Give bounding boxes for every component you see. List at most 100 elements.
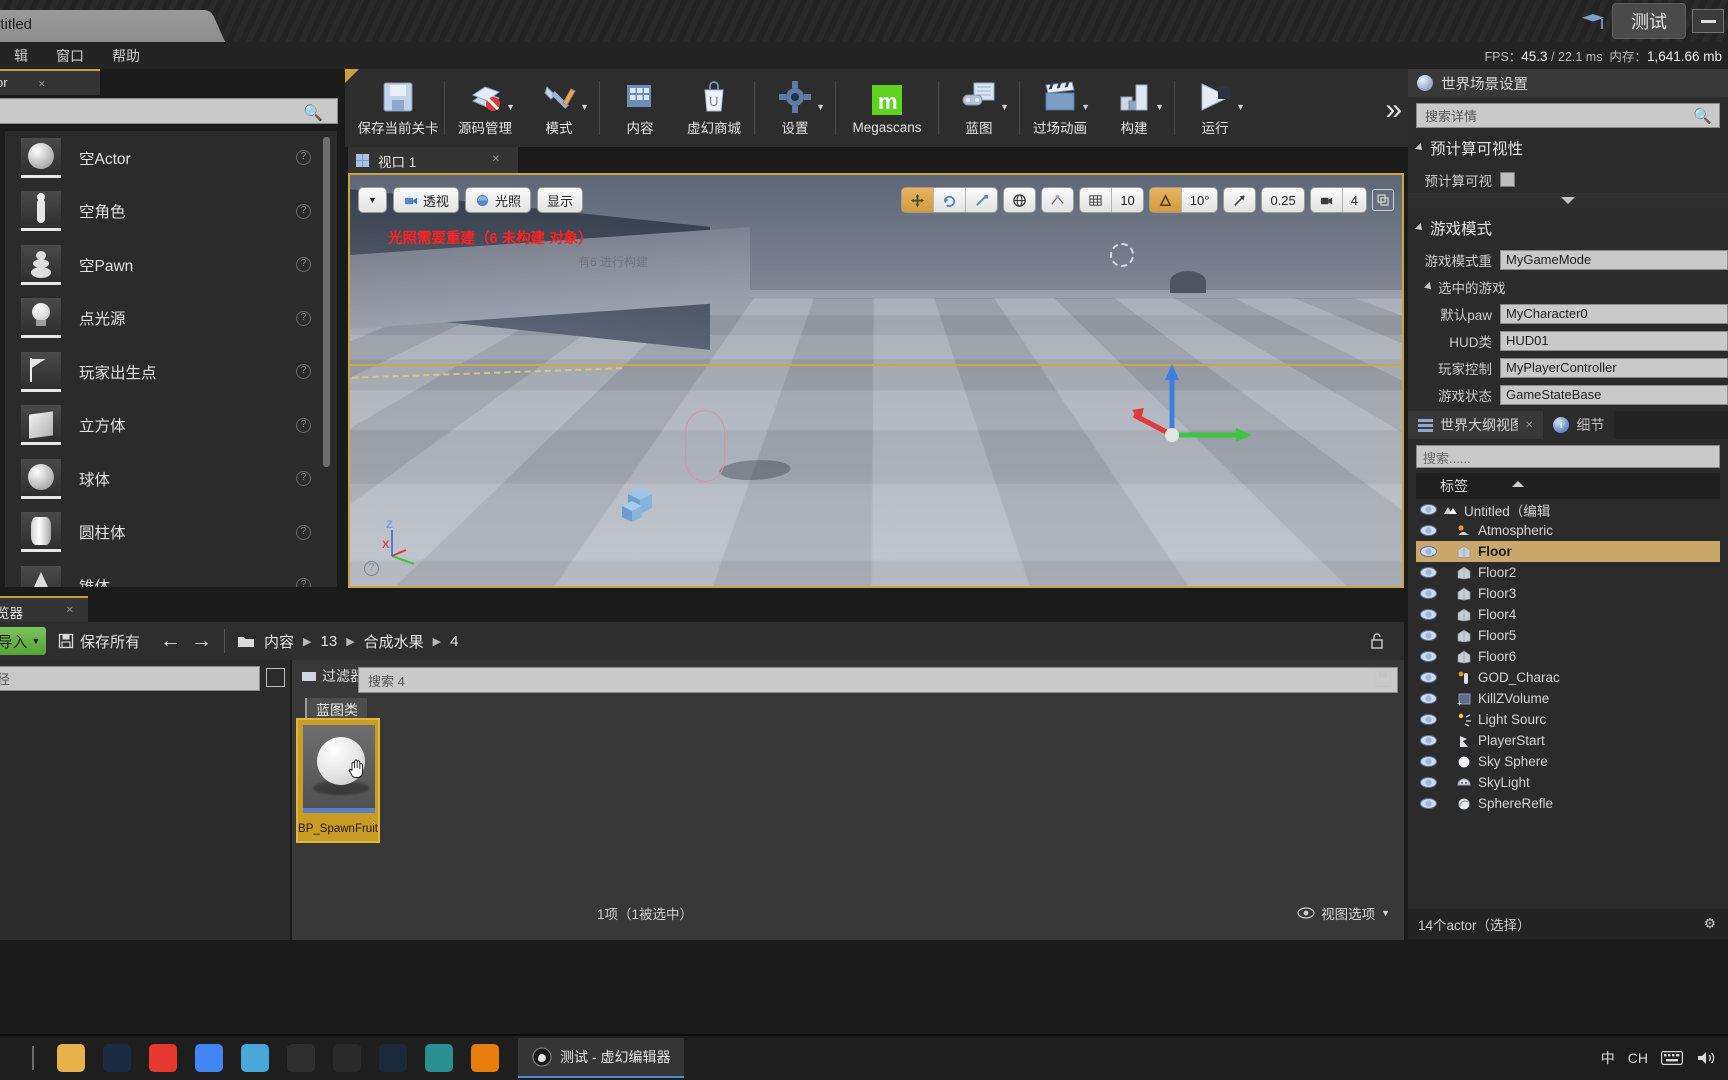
breadcrumb-item-0[interactable]: 内容 bbox=[264, 631, 294, 652]
section-game-mode[interactable]: 游戏模式 bbox=[1408, 208, 1728, 246]
chevron-down-icon[interactable]: ▼ bbox=[1000, 102, 1009, 112]
help-icon[interactable]: ? bbox=[296, 310, 311, 326]
place-actors-search-input[interactable]: 🔍 bbox=[0, 98, 338, 124]
chevron-down-icon[interactable]: ▼ bbox=[1236, 102, 1245, 112]
speaker-icon[interactable] bbox=[1696, 1050, 1716, 1066]
help-icon[interactable]: ? bbox=[296, 471, 311, 487]
property-row-precomputed[interactable]: 预计算可视 bbox=[1408, 166, 1728, 193]
property-value[interactable]: MyCharacter0 bbox=[1500, 303, 1728, 324]
maximize-viewport-icon[interactable] bbox=[1372, 189, 1394, 211]
place-actor-item[interactable]: 空Pawn? bbox=[5, 238, 337, 292]
help-icon[interactable]: ? bbox=[296, 257, 311, 273]
close-icon[interactable]: ✕ bbox=[38, 79, 47, 89]
graduation-cap-icon[interactable] bbox=[1580, 10, 1606, 32]
angle-snap-value[interactable]: 10° bbox=[1182, 188, 1218, 212]
transform-gizmo[interactable] bbox=[1132, 360, 1252, 465]
help-icon[interactable]: ? bbox=[296, 203, 311, 219]
viewport-perspective-button[interactable]: 透视 bbox=[392, 187, 459, 213]
angle-snap-group[interactable]: 10° bbox=[1148, 187, 1219, 213]
level-viewport[interactable]: 光照需要重建（6 未构建 对象） 有6 进行构建 Z X ? ▼ 透视 光照 显… bbox=[348, 173, 1404, 588]
property-row-player-controller[interactable]: 玩家控制 MyPlayerController bbox=[1408, 354, 1728, 381]
move-tool-icon[interactable] bbox=[902, 188, 935, 212]
taskbar-app-file-explorer[interactable] bbox=[48, 1036, 94, 1080]
outliner-row[interactable]: Light Sourc bbox=[1416, 709, 1720, 730]
place-actors-list[interactable]: 空Actor? 空角色? 空Pawn? 点光源? 玩家出生点? 立方体? 球体? 圆柱体? 锥体… bbox=[4, 130, 338, 588]
toolbar-button-build-blocks[interactable]: ▼ 构建 bbox=[1097, 69, 1171, 147]
breadcrumb-item-2[interactable]: 合成水果 bbox=[364, 631, 424, 652]
property-row-hud-class[interactable]: HUD类 HUD01 bbox=[1408, 327, 1728, 354]
toolbar-button-marketplace-bag[interactable]: U 虚幻商城 bbox=[677, 69, 751, 147]
toolbar-button-gear[interactable]: ▼ 设置 bbox=[758, 69, 832, 147]
coordinate-space-group[interactable] bbox=[1003, 187, 1037, 213]
tab-details[interactable]: i 细节 bbox=[1543, 411, 1615, 439]
taskbar-app-unreal-engine[interactable] bbox=[278, 1036, 324, 1080]
taskbar-app-blender[interactable] bbox=[462, 1036, 508, 1080]
viewport-tab[interactable]: 视口 1 ✕ bbox=[348, 147, 518, 173]
ime-indicator[interactable]: 中 bbox=[1601, 1048, 1615, 1068]
save-search-icon[interactable] bbox=[1374, 670, 1392, 688]
visibility-eye-icon[interactable] bbox=[1420, 588, 1437, 599]
property-row-selected-gamemode[interactable]: 选中的游戏 bbox=[1408, 273, 1728, 300]
outliner-row[interactable]: Sky Sphere bbox=[1416, 751, 1720, 772]
toolbar-button-megascans-m[interactable]: m Megascans bbox=[839, 69, 935, 147]
place-actor-item[interactable]: 球体? bbox=[5, 452, 337, 506]
outliner-row[interactable]: PlayerStart bbox=[1416, 730, 1720, 751]
scale-tool-icon[interactable] bbox=[966, 188, 997, 212]
tab-world-outliner[interactable]: 世界大纲视图 ✕ bbox=[1408, 411, 1544, 439]
property-row-default-pawn[interactable]: 默认paw MyCharacter0 bbox=[1408, 300, 1728, 327]
rotate-tool-icon[interactable] bbox=[934, 188, 967, 212]
visibility-eye-icon[interactable] bbox=[1420, 693, 1437, 704]
place-actor-item[interactable]: 空Actor? bbox=[5, 131, 337, 185]
visibility-eye-icon[interactable] bbox=[1420, 756, 1437, 767]
help-icon[interactable]: ? bbox=[296, 578, 311, 587]
grid-snap-icon[interactable] bbox=[1080, 188, 1113, 212]
world-settings-header[interactable]: 世界场景设置 bbox=[1408, 69, 1728, 97]
property-value[interactable]: MyGameMode bbox=[1500, 249, 1728, 270]
menu-item-help[interactable]: 帮助 bbox=[98, 44, 154, 68]
breadcrumb-item-3[interactable]: 4 bbox=[450, 633, 458, 650]
transform-tool-group[interactable] bbox=[901, 187, 999, 213]
visibility-eye-icon[interactable] bbox=[1420, 672, 1437, 683]
visibility-eye-icon[interactable] bbox=[1420, 777, 1437, 788]
unlock-icon[interactable] bbox=[1368, 632, 1386, 650]
back-button[interactable]: ← bbox=[160, 629, 181, 653]
visibility-eye-icon[interactable] bbox=[1420, 651, 1437, 662]
section-precomputed-visibility[interactable]: 预计算可视性 bbox=[1408, 128, 1728, 166]
view-options-button[interactable]: 视图选项 ▼ bbox=[1297, 903, 1390, 923]
toolbar-button-source-control[interactable]: ▼ 源码管理 bbox=[448, 69, 522, 147]
taskbar-app-chrome[interactable] bbox=[186, 1036, 232, 1080]
taskbar-app-opera[interactable] bbox=[140, 1036, 186, 1080]
visibility-eye-icon[interactable] bbox=[1420, 609, 1437, 620]
taskbar-active-window[interactable]: 测试 - 虚幻编辑器 bbox=[518, 1038, 685, 1078]
menu-item-window[interactable]: 窗口 bbox=[42, 44, 98, 68]
asset-tile-bp-spawnfruit[interactable]: BP_SpawnFruit bbox=[296, 718, 380, 843]
viewport-options-button[interactable]: ▼ bbox=[358, 187, 387, 213]
visibility-eye-icon[interactable] bbox=[1420, 630, 1437, 641]
close-icon[interactable]: ✕ bbox=[492, 154, 500, 165]
toolbar-button-content-grid[interactable]: 内容 bbox=[603, 69, 677, 147]
visibility-eye-icon[interactable] bbox=[1420, 714, 1437, 725]
place-actor-item[interactable]: 锥体? bbox=[5, 559, 337, 587]
grid-snap-value[interactable]: 10 bbox=[1112, 188, 1142, 212]
outliner-row[interactable]: SphereRefle bbox=[1416, 793, 1720, 814]
breadcrumb-item-1[interactable]: 13 bbox=[321, 633, 338, 650]
viewport-capsule-actor[interactable] bbox=[685, 410, 725, 482]
place-actor-item[interactable]: 玩家出生点? bbox=[5, 345, 337, 399]
scale-snap-icon[interactable] bbox=[1224, 188, 1255, 212]
grid-snap-group[interactable]: 10 bbox=[1079, 187, 1144, 213]
outliner-row[interactable]: Floor4 bbox=[1416, 604, 1720, 625]
import-button[interactable]: 导入 ▼ bbox=[0, 627, 46, 655]
help-icon[interactable]: ? bbox=[296, 524, 311, 540]
chevron-down-icon[interactable]: ▼ bbox=[816, 102, 825, 112]
taskbar-app-epic-games[interactable] bbox=[324, 1036, 370, 1080]
chevron-down-icon[interactable]: ▼ bbox=[1081, 102, 1090, 112]
property-value[interactable]: HUD01 bbox=[1500, 330, 1728, 351]
outliner-row[interactable]: GOD_Charac bbox=[1416, 667, 1720, 688]
viewport-cube-cluster[interactable] bbox=[622, 480, 672, 522]
globe-icon[interactable] bbox=[1004, 188, 1035, 212]
outliner-list[interactable]: Untitled（编辑 Atmospheric Floor Floor2 Floor3 F… bbox=[1416, 499, 1720, 951]
outliner-row[interactable]: SkyLight bbox=[1416, 772, 1720, 793]
chevron-down-icon[interactable]: ▼ bbox=[1155, 102, 1164, 112]
minimize-button[interactable] bbox=[1692, 9, 1724, 33]
outliner-row[interactable]: Atmospheric bbox=[1416, 520, 1720, 541]
